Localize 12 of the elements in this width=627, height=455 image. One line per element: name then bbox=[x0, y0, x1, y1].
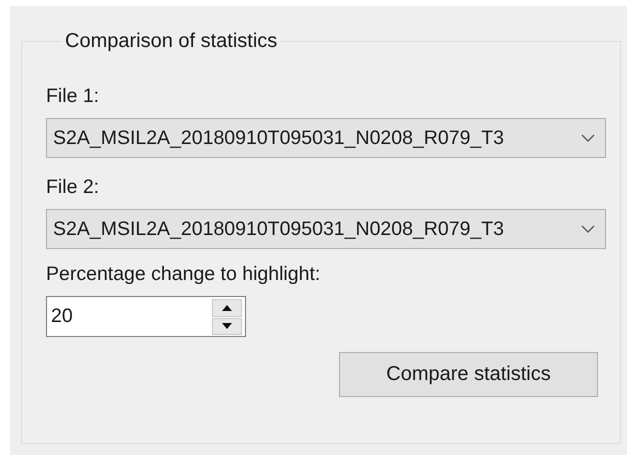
compare-button[interactable]: Compare statistics bbox=[339, 352, 598, 397]
spin-up-icon[interactable] bbox=[212, 298, 242, 316]
number-spinbox[interactable]: 20 bbox=[46, 296, 246, 337]
field-label: Percentage change to highlight: bbox=[46, 263, 322, 286]
file-dropdown[interactable]: S2A_MSIL2A_20180910T095031_N0208_R079_T3 bbox=[46, 118, 606, 158]
chevron-down-icon bbox=[581, 134, 595, 142]
spin-down-icon[interactable] bbox=[212, 318, 242, 334]
chevron-down-icon bbox=[581, 225, 595, 233]
file-dropdown[interactable]: S2A_MSIL2A_20180910T095031_N0208_R079_T3 bbox=[46, 209, 606, 249]
field-label: File 1: bbox=[46, 85, 100, 108]
group-title: Comparison of statistics bbox=[64, 30, 278, 53]
field-label: File 2: bbox=[46, 176, 100, 199]
